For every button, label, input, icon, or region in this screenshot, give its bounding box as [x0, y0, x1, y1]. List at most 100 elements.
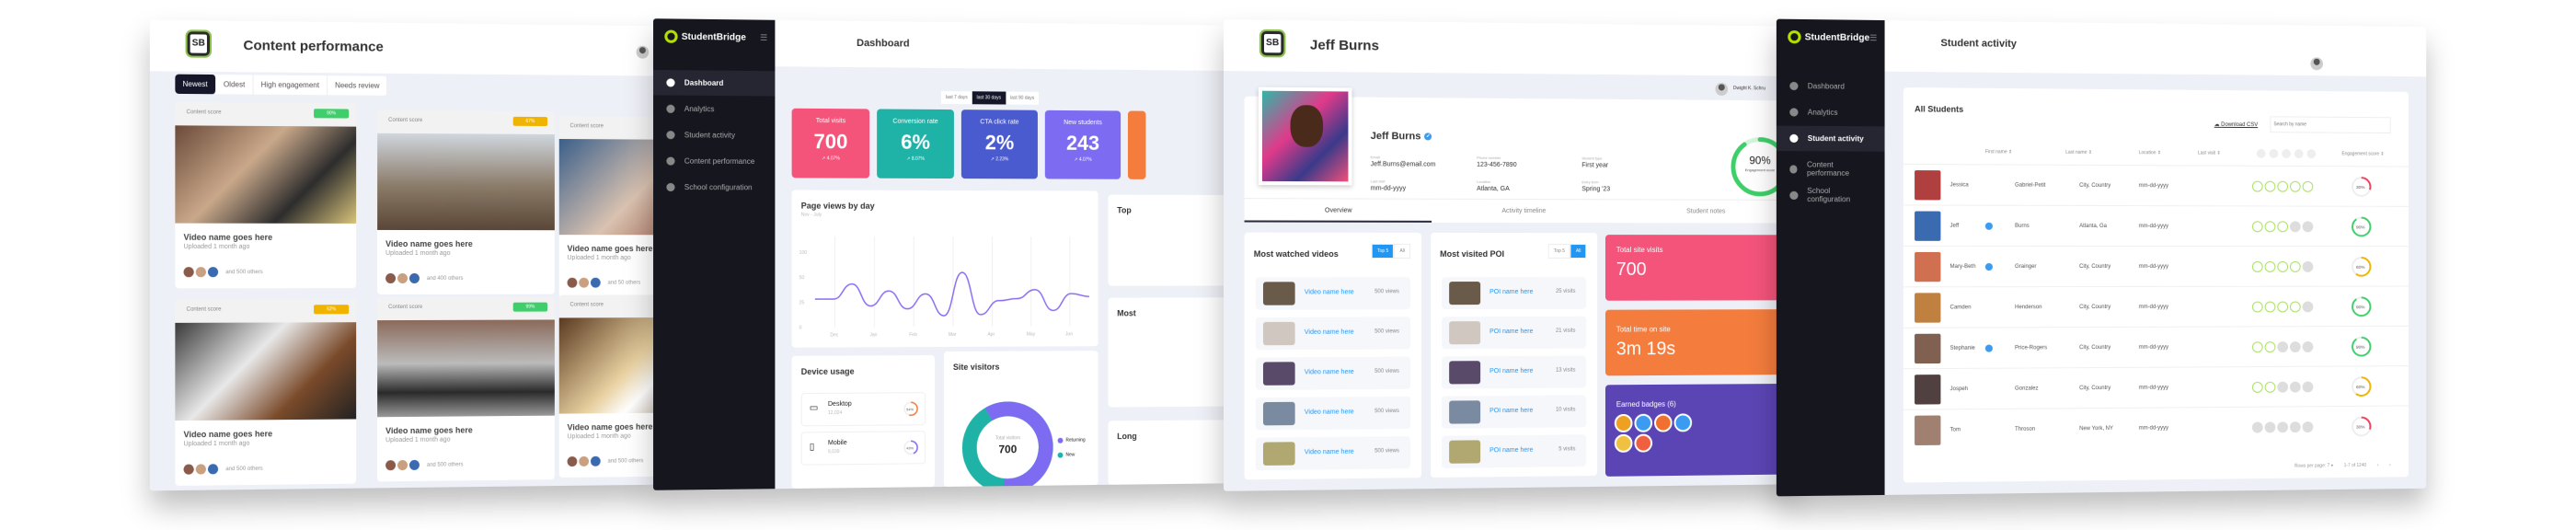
video-thumbnail[interactable]	[558, 317, 658, 414]
user-name[interactable]: Dwight K. Schru	[1733, 86, 1765, 91]
tab-student-notes[interactable]: Student notes	[1616, 200, 1796, 223]
video-list-item[interactable]: Video name here 500 views	[1255, 317, 1411, 351]
video-list-item[interactable]: Video name here 500 views	[1255, 436, 1411, 471]
item-name-link[interactable]: POI name here	[1489, 447, 1533, 454]
user-avatar[interactable]	[2310, 57, 2324, 71]
collapse-menu-icon[interactable]: ☰	[1869, 33, 1877, 43]
nav-item-analytics[interactable]: Analytics	[653, 96, 775, 121]
filter-tab-oldest[interactable]: Oldest	[215, 75, 254, 95]
range-last-30-days[interactable]: last 30 days	[972, 91, 1006, 105]
range-last-7-days[interactable]: last 7 days	[941, 91, 972, 104]
poi-list-item[interactable]: POI name here 10 visits	[1442, 395, 1587, 429]
video-card[interactable]: Content score Video name goes here Uploade…	[558, 116, 658, 299]
filter-tab-newest[interactable]: Newest	[175, 74, 216, 95]
student-row[interactable]: Camden Henderson City, Country mm-dd-yyyy 90…	[1903, 285, 2409, 328]
nav-item-dashboard[interactable]: Dashboard	[1777, 74, 1885, 99]
video-thumbnail[interactable]	[175, 322, 357, 421]
student-row[interactable]: Jeff Burns Atlanta, Ga mm-dd-yyyy 90%	[1903, 204, 2409, 247]
video-card[interactable]: Content score 62% Video name goes here Uplo…	[175, 299, 357, 486]
item-name-link[interactable]: POI name here	[1489, 328, 1533, 335]
kpi-card-conversion-rate[interactable]: Conversion rate 6% ↗ 8.07%	[877, 109, 954, 179]
search-input[interactable]	[2270, 116, 2391, 134]
video-thumbnail[interactable]	[175, 125, 357, 224]
video-card[interactable]: Content score 99% Video name goes here Uplo…	[377, 296, 555, 482]
download-csv-button[interactable]: ☁ Download CSV	[2214, 121, 2258, 128]
student-row[interactable]: Tom Throson New York, NY mm-dd-yyyy 30%	[1903, 405, 2409, 451]
location: City, Country	[2079, 304, 2111, 310]
nav-item-student-activity[interactable]: Student activity	[1776, 125, 1885, 152]
avatar	[408, 272, 420, 283]
video-title[interactable]: Video name goes here	[568, 421, 658, 432]
video-title[interactable]: Video name goes here	[385, 239, 546, 248]
nav-item-dashboard[interactable]: Dashboard	[653, 70, 776, 97]
brand-logo[interactable]: StudentBridge	[1788, 29, 1869, 44]
student-row[interactable]: Jospeh Gonzalez City, Country mm-dd-yyyy 60%	[1903, 365, 2409, 409]
nav-item-content-performance[interactable]: Content performance	[653, 148, 775, 174]
toggle-top-5[interactable]: Top 5	[1547, 244, 1570, 259]
nav-item-school-configuration[interactable]: School configuration	[1777, 179, 1885, 213]
video-list-item[interactable]: Video name here 500 views	[1255, 356, 1411, 390]
page-title: Dashboard	[857, 37, 910, 50]
kpi-card-new-students[interactable]: New students 243 ↗ 4.07%	[1044, 109, 1121, 179]
kpi-card-total-visits[interactable]: Total visits 700 ↗ 4.07%	[791, 108, 870, 179]
video-title[interactable]: Video name goes here	[184, 429, 349, 439]
user-avatar[interactable]	[1715, 82, 1729, 96]
video-thumbnail[interactable]	[377, 132, 555, 231]
next-page-button[interactable]: ›	[2389, 463, 2391, 468]
nav-item-school-configuration[interactable]: School configuration	[653, 175, 775, 201]
column-header-location[interactable]: Location ⇕	[2139, 150, 2161, 156]
student-row[interactable]: Stephanie Price-Rogers City, Country mm-dd-…	[1903, 325, 2409, 369]
filter-tab-needs-review[interactable]: Needs review	[328, 75, 388, 96]
collapse-menu-icon[interactable]: ☰	[760, 33, 767, 43]
column-header-engagement-score[interactable]: Engagement score ⇕	[2341, 151, 2384, 156]
poi-list-item[interactable]: POI name here 13 visits	[1442, 355, 1587, 389]
kpi-card-cta-click-rate[interactable]: CTA click rate 2% ↗ 2.23%	[960, 109, 1038, 179]
item-name-link[interactable]: POI name here	[1489, 368, 1533, 374]
video-card[interactable]: Content score Video name goes here Uploade…	[558, 294, 658, 478]
tab-activity-timeline[interactable]: Activity timeline	[1432, 200, 1616, 223]
item-name-link[interactable]: POI name here	[1489, 408, 1533, 414]
column-header-last-name[interactable]: Last name ⇕	[2065, 150, 2092, 156]
video-title[interactable]: Video name goes here	[385, 425, 546, 435]
video-list-item[interactable]: Video name here 500 views	[1255, 277, 1411, 310]
poi-list-item[interactable]: POI name here 5 visits	[1442, 434, 1587, 468]
video-title[interactable]: Video name goes here	[568, 244, 658, 253]
item-name-link[interactable]: Video name here	[1305, 289, 1354, 295]
user-avatar[interactable]	[636, 45, 650, 59]
item-name-link[interactable]: Video name here	[1305, 449, 1354, 456]
video-card[interactable]: Content score 67% Video name goes here Uplo…	[377, 109, 555, 295]
student-row[interactable]: Jessica Gabriel-Petit City, Country mm-dd-y…	[1903, 163, 2409, 206]
item-name-link[interactable]: Video name here	[1305, 329, 1354, 336]
video-thumbnail[interactable]	[377, 319, 555, 418]
video-thumbnail[interactable]	[558, 139, 658, 236]
tab-overview[interactable]: Overview	[1244, 199, 1432, 223]
video-title[interactable]: Video name goes here	[184, 233, 349, 242]
nav-item-analytics[interactable]: Analytics	[1777, 99, 1885, 125]
rows-per-page[interactable]: Rows per page: 7 ▾	[2294, 463, 2333, 468]
prev-page-button[interactable]: ‹	[2377, 463, 2379, 468]
rows-per-page-select[interactable]: 7	[2328, 463, 2330, 468]
trophy-icon	[2282, 149, 2291, 159]
kpi-delta: ↗ 8.07%	[906, 156, 925, 162]
item-name-link[interactable]: POI name here	[1489, 289, 1533, 295]
toggle-all[interactable]: All	[1394, 243, 1411, 259]
range-last-90-days[interactable]: last 90 days	[1006, 92, 1039, 105]
video-card[interactable]: Content score 90% Video name goes here Uplo…	[175, 102, 357, 289]
filter-tab-high-engagement[interactable]: High engagement	[253, 75, 328, 96]
nav-label: Student activity	[684, 131, 736, 140]
nav-item-student-activity[interactable]: Student activity	[653, 122, 775, 148]
toggle-top-5[interactable]: Top 5	[1371, 243, 1395, 259]
poi-list-item[interactable]: POI name here 21 visits	[1442, 316, 1587, 350]
sidebar: StudentBridge ☰ Dashboard Analytics Studen…	[653, 18, 776, 490]
item-name-link[interactable]: Video name here	[1305, 409, 1354, 416]
item-name-link[interactable]: Video name here	[1305, 369, 1354, 375]
column-header-last-visit[interactable]: Last visit ⇕	[2198, 151, 2221, 156]
brand-logo[interactable]: StudentBridge	[664, 29, 746, 44]
video-list-item[interactable]: Video name here 500 views	[1255, 396, 1411, 431]
toggle-all[interactable]: All	[1570, 244, 1587, 259]
student-row[interactable]: Mary-Beth Grainger City, Country mm-dd-yyyy…	[1903, 245, 2409, 287]
column-header-first-name[interactable]: First name ⇕	[1985, 149, 2012, 155]
poi-list-item[interactable]: POI name here 25 visits	[1442, 276, 1587, 310]
thumbnail	[1262, 442, 1295, 466]
kpi-card-partial[interactable]	[1127, 110, 1146, 179]
